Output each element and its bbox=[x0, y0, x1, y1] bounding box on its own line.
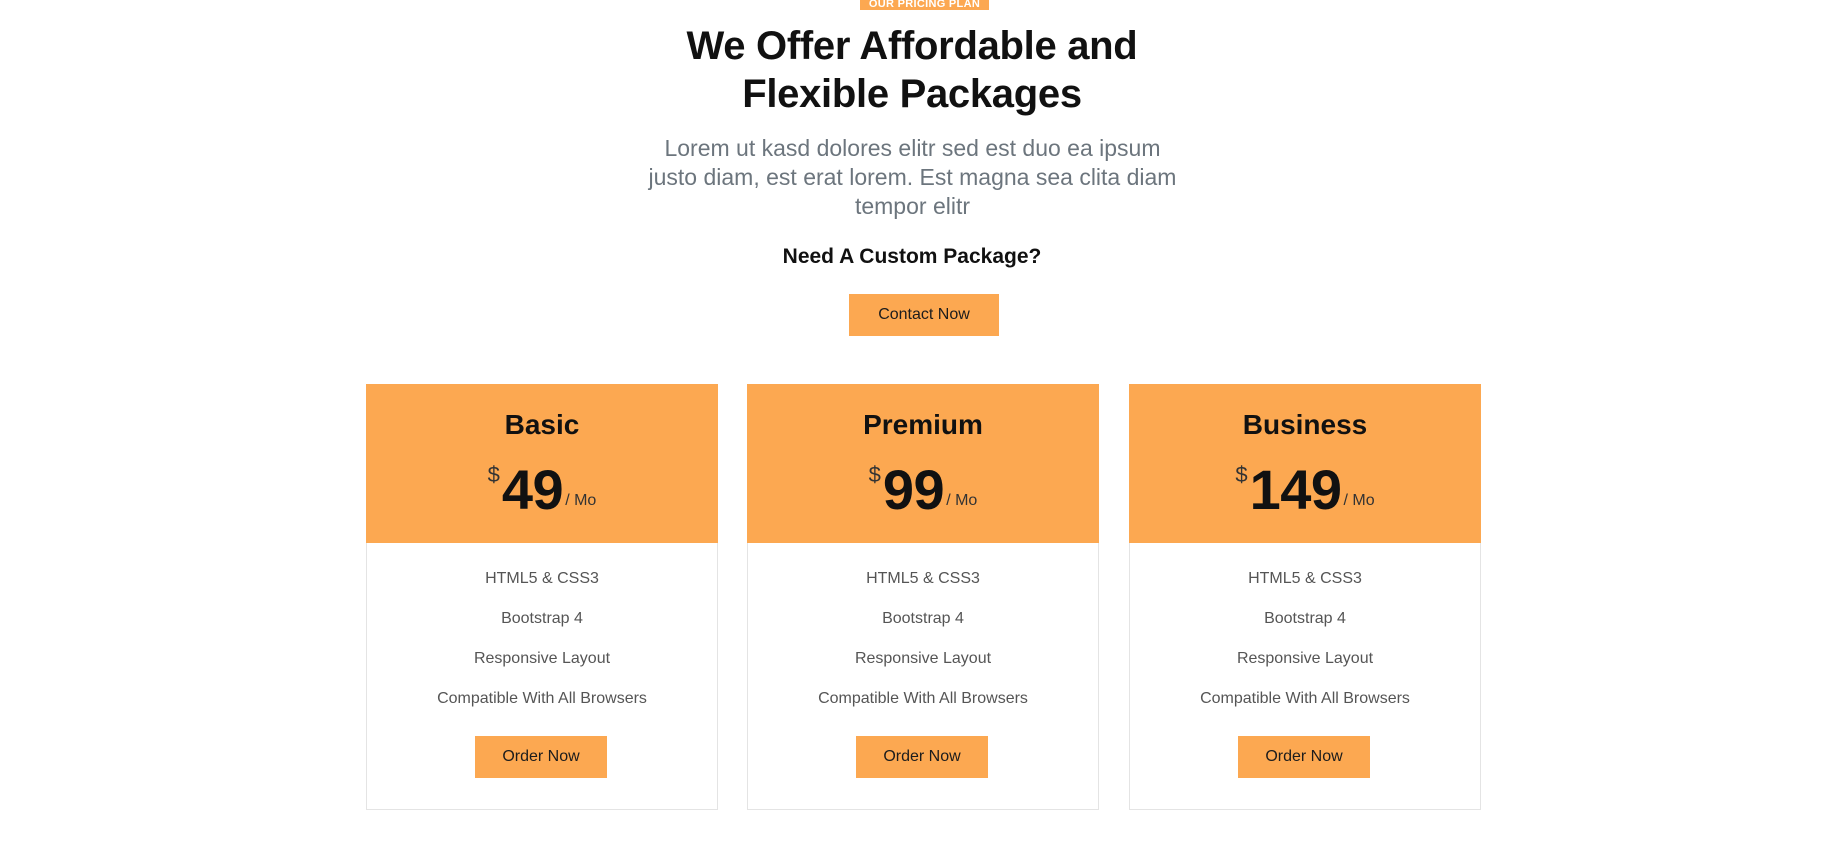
price-currency: $ bbox=[868, 462, 881, 487]
plan-price: $149/ Mo bbox=[1129, 460, 1481, 520]
section-lead-text: Lorem ut kasd dolores elitr sed est duo … bbox=[648, 135, 1177, 219]
plan-price: $99/ Mo bbox=[747, 460, 1099, 520]
feature-list: HTML5 & CSS3 Bootstrap 4 Responsive Layo… bbox=[748, 569, 1098, 729]
feature-item: Bootstrap 4 bbox=[501, 610, 583, 627]
pricing-card-header: Business $149/ Mo bbox=[1129, 384, 1481, 543]
price-period: / Mo bbox=[1343, 492, 1375, 509]
feature-list: HTML5 & CSS3 Bootstrap 4 Responsive Layo… bbox=[1130, 569, 1480, 729]
feature-item: Responsive Layout bbox=[854, 650, 992, 667]
section-eyebrow-badge: OUR PRICING PLAN bbox=[860, 0, 989, 10]
order-now-button[interactable]: Order Now bbox=[856, 736, 988, 778]
pricing-card-business: Business $149/ Mo HTML5 & CSS3 Bootstrap… bbox=[1129, 384, 1481, 810]
feature-item: Compatible With All Browsers bbox=[437, 690, 647, 707]
price-amount: 49 bbox=[501, 458, 564, 521]
price-currency: $ bbox=[487, 462, 500, 487]
price-period: / Mo bbox=[565, 492, 597, 509]
price-amount: 99 bbox=[882, 458, 945, 521]
headline-line-1: We Offer Affordable and bbox=[686, 24, 1138, 68]
feature-item: HTML5 & CSS3 bbox=[1248, 570, 1362, 587]
feature-item: HTML5 & CSS3 bbox=[485, 570, 599, 587]
pricing-card-premium: Premium $99/ Mo HTML5 & CSS3 Bootstrap 4… bbox=[747, 384, 1099, 810]
feature-item: Bootstrap 4 bbox=[1264, 610, 1346, 627]
plan-name: Basic bbox=[504, 409, 580, 440]
feature-item: Responsive Layout bbox=[473, 650, 611, 667]
order-now-button[interactable]: Order Now bbox=[475, 736, 607, 778]
headline-line-2: Flexible Packages bbox=[742, 72, 1082, 116]
pricing-card-header: Premium $99/ Mo bbox=[747, 384, 1099, 543]
plan-price: $49/ Mo bbox=[366, 460, 718, 520]
pricing-cards: Basic $49/ Mo HTML5 & CSS3 Bootstrap 4 R… bbox=[366, 384, 1481, 810]
price-currency: $ bbox=[1235, 462, 1248, 487]
order-now-button[interactable]: Order Now bbox=[1238, 736, 1370, 778]
pricing-card-basic: Basic $49/ Mo HTML5 & CSS3 Bootstrap 4 R… bbox=[366, 384, 718, 810]
custom-package-question: Need A Custom Package? bbox=[782, 245, 1042, 268]
contact-now-button[interactable]: Contact Now bbox=[849, 294, 999, 336]
pricing-page: OUR PRICING PLAN We Offer Affordable and… bbox=[0, 0, 1825, 868]
price-period: / Mo bbox=[946, 492, 978, 509]
pricing-card-header: Basic $49/ Mo bbox=[366, 384, 718, 543]
feature-item: Bootstrap 4 bbox=[882, 610, 964, 627]
plan-name: Premium bbox=[863, 409, 983, 440]
feature-item: Compatible With All Browsers bbox=[818, 690, 1028, 707]
price-amount: 149 bbox=[1249, 458, 1342, 521]
feature-item: HTML5 & CSS3 bbox=[866, 570, 980, 587]
feature-list: HTML5 & CSS3 Bootstrap 4 Responsive Layo… bbox=[367, 569, 717, 729]
feature-item: Responsive Layout bbox=[1236, 650, 1374, 667]
plan-name: Business bbox=[1242, 409, 1368, 440]
feature-item: Compatible With All Browsers bbox=[1200, 690, 1410, 707]
section-headline: We Offer Affordable and Flexible Package… bbox=[612, 22, 1212, 118]
